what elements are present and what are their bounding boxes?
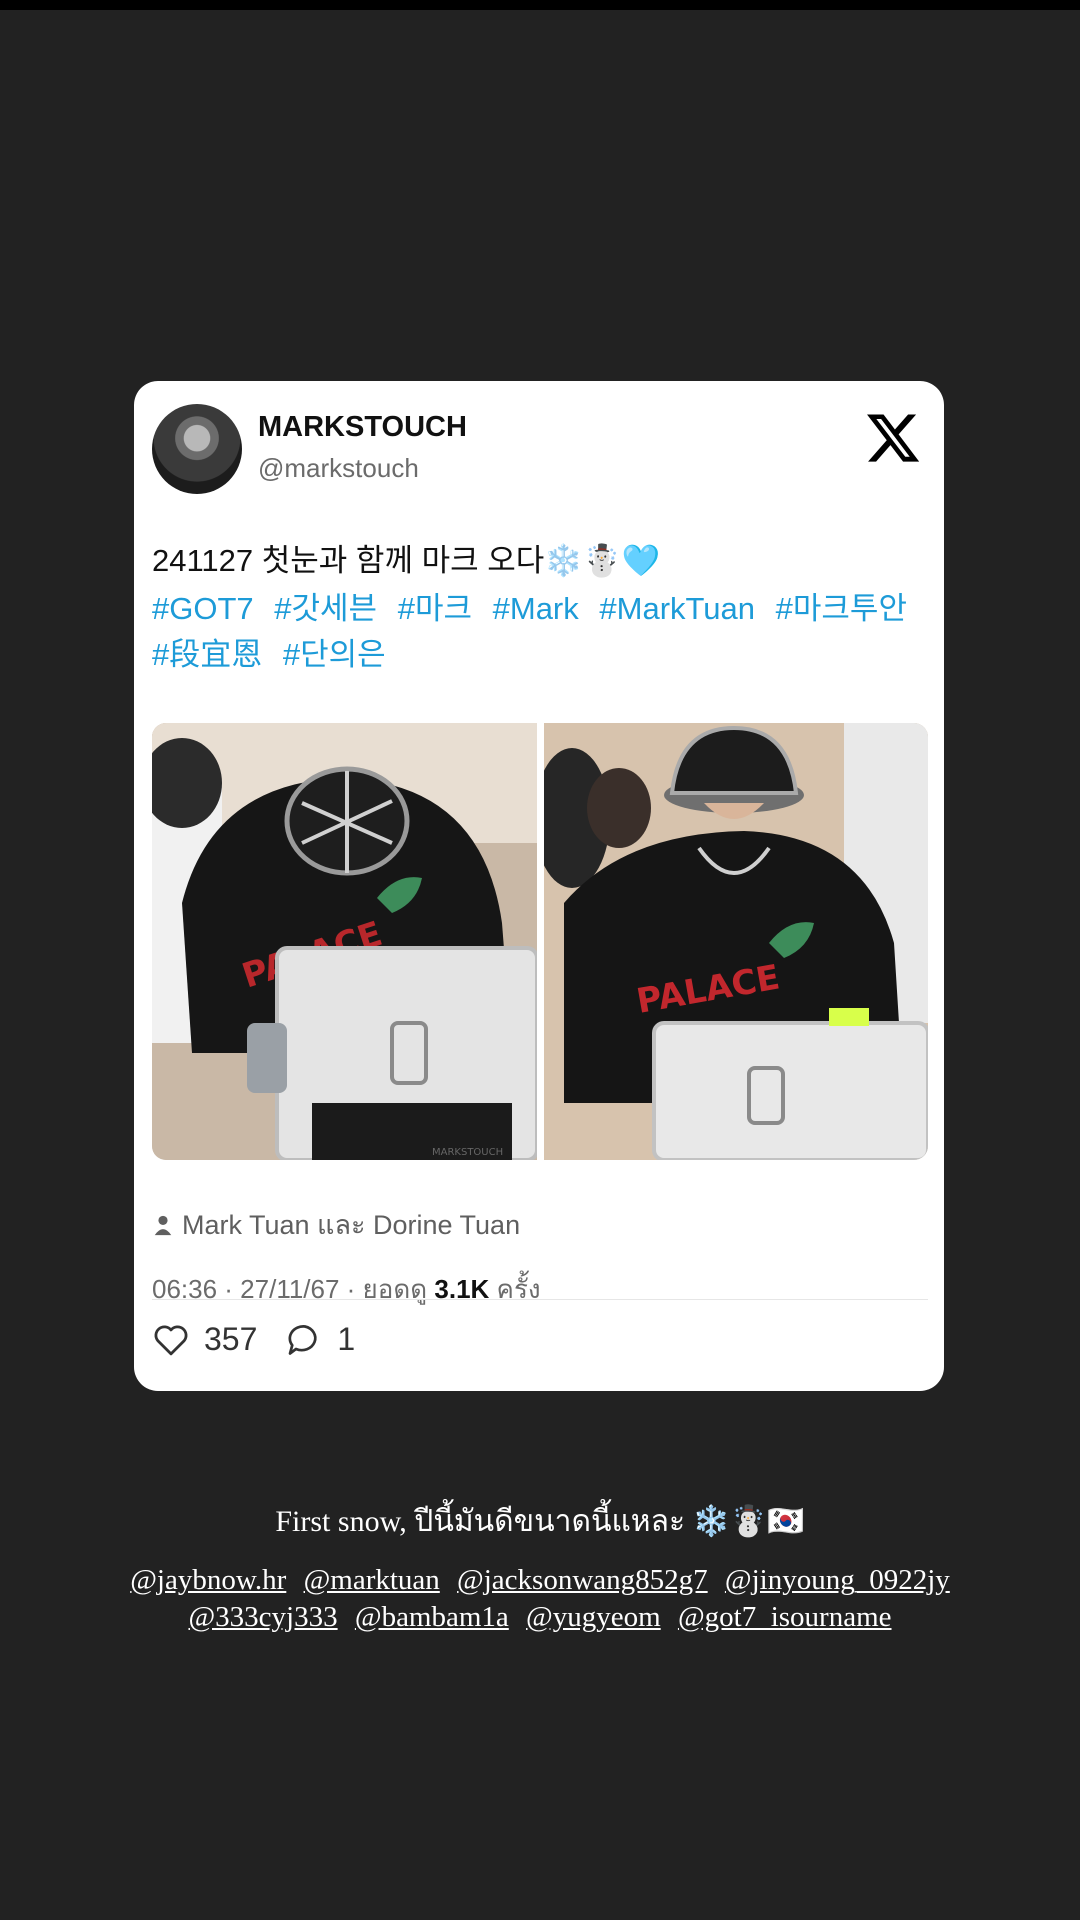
hashtag[interactable]: #段宜恩	[152, 637, 262, 672]
mention-link[interactable]: @bambam1a	[355, 1601, 509, 1633]
tagged-users-label: Mark Tuan และ Dorine Tuan	[182, 1210, 521, 1240]
avatar[interactable]	[152, 404, 242, 494]
tweet-text: 241127 첫눈과 함께 마크 오다❄️☃️🩵	[152, 543, 661, 578]
divider	[152, 1299, 928, 1300]
mention-list: @jaybnow.hr @marktuan @jacksonwang852g7 …	[60, 1562, 1020, 1636]
reply-button[interactable]: 1	[287, 1321, 355, 1358]
hashtag-list: #GOT7 #갓세븐 #마크 #Mark #MarkTuan #마크투안 #段宜…	[152, 586, 932, 678]
tweet-actions: 357 1	[152, 1321, 385, 1358]
hashtag[interactable]: #단의은	[283, 637, 386, 672]
tweet-photo-2[interactable]: PALACE	[544, 723, 928, 1160]
hashtag[interactable]: #MarkTuan	[599, 591, 755, 626]
story-caption: First snow, ปีนี้มันดีขนาดนี้แหละ ❄️☃️🇰🇷	[275, 1505, 805, 1538]
tagged-users[interactable]: Mark Tuan และ Dorine Tuan	[152, 1203, 520, 1246]
tweet-card[interactable]: MARKSTOUCH @markstouch 241127 첫눈과 함께 마크 …	[134, 381, 944, 1391]
display-name[interactable]: MARKSTOUCH	[258, 411, 467, 444]
mention-link[interactable]: @yugyeom	[526, 1601, 661, 1633]
x-logo-icon[interactable]	[864, 409, 922, 467]
hashtag[interactable]: #GOT7	[152, 591, 254, 626]
hashtag[interactable]: #Mark	[493, 591, 579, 626]
reply-count: 1	[337, 1321, 356, 1357]
mention-link[interactable]: @jaybnow.hr	[130, 1564, 286, 1596]
hashtag[interactable]: #마크투안	[776, 591, 907, 626]
photo-1-illustration: PALACE MARKSTOUCH	[152, 723, 537, 1160]
photo-watermark: MARKSTOUCH	[432, 1147, 503, 1158]
hashtag[interactable]: #마크	[398, 591, 472, 626]
mention-link[interactable]: @jinyoung_0922jy	[725, 1564, 950, 1596]
mention-link[interactable]: @marktuan	[304, 1564, 440, 1596]
person-icon	[154, 1215, 172, 1235]
status-bar-strip	[0, 0, 1080, 10]
like-count: 357	[204, 1321, 258, 1357]
user-handle[interactable]: @markstouch	[258, 453, 419, 484]
tweet-meta: 06:36 · 27/11/67 · ยอดดู 3.1K ครั้ง	[152, 1269, 541, 1310]
tweet-photo-1[interactable]: PALACE MARKSTOUCH	[152, 723, 537, 1160]
hashtag[interactable]: #갓세븐	[274, 591, 377, 626]
mention-link[interactable]: @jacksonwang852g7	[457, 1564, 708, 1596]
comment-icon	[288, 1324, 318, 1355]
mention-link[interactable]: @got7_isourname	[678, 1601, 892, 1633]
photo-2-illustration: PALACE	[544, 723, 928, 1160]
like-button[interactable]: 357	[152, 1321, 257, 1358]
mention-link[interactable]: @333cyj333	[188, 1601, 337, 1633]
heart-icon	[154, 1324, 188, 1355]
